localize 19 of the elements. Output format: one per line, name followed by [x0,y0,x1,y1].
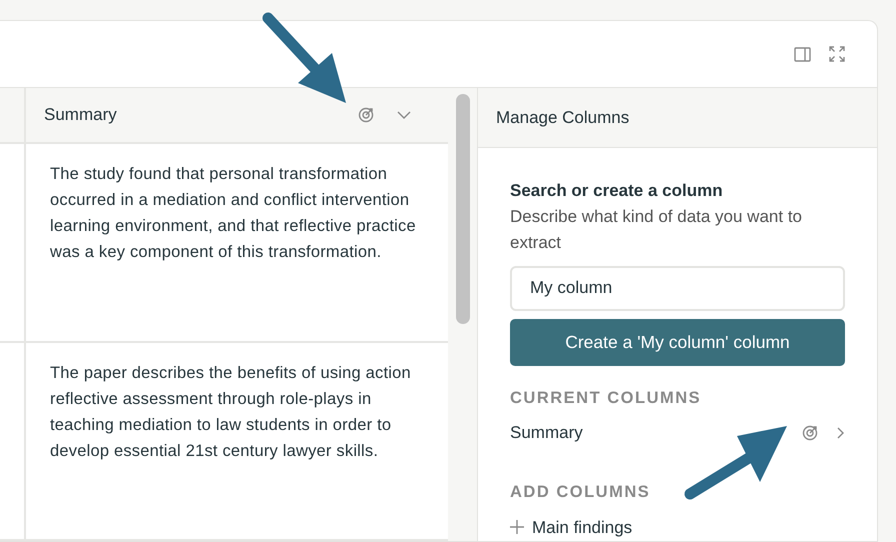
table-cell-text: The study found that personal transformation occurred in a mediation and conflict intervention learning environment, and that reflective practice was a key component of this transformation. [49,164,417,264]
add-column-item[interactable]: Main findings [532,514,632,540]
section-heading: CURRENT COLUMNS [510,388,702,408]
expand-icon[interactable] [829,46,845,62]
column-title: Summary [44,104,118,126]
target-icon[interactable] [802,425,818,441]
sidebar-toggle-icon[interactable] [794,46,811,62]
create-column-button[interactable]: Create a 'My column' column [510,318,845,366]
scrollbar-thumb[interactable] [456,94,470,324]
section-heading: ADD COLUMNS [510,482,652,503]
target-icon[interactable] [358,107,374,124]
input-field[interactable]: My column [510,266,845,310]
helper-text: Describe what kind of data you want to extract [510,206,803,254]
column-item[interactable]: Summary [510,420,802,446]
chevron-down-icon[interactable] [396,110,412,120]
plus-icon[interactable] [510,520,524,534]
section-title: Search or create a column [510,180,724,202]
chevron-right-icon[interactable] [836,426,845,440]
table-cell-text: The paper describes the benefits of using action reflective assessment through role-plays in teaching mediation to law students in order to develop essential 21st century lawyer skills. [49,362,412,462]
